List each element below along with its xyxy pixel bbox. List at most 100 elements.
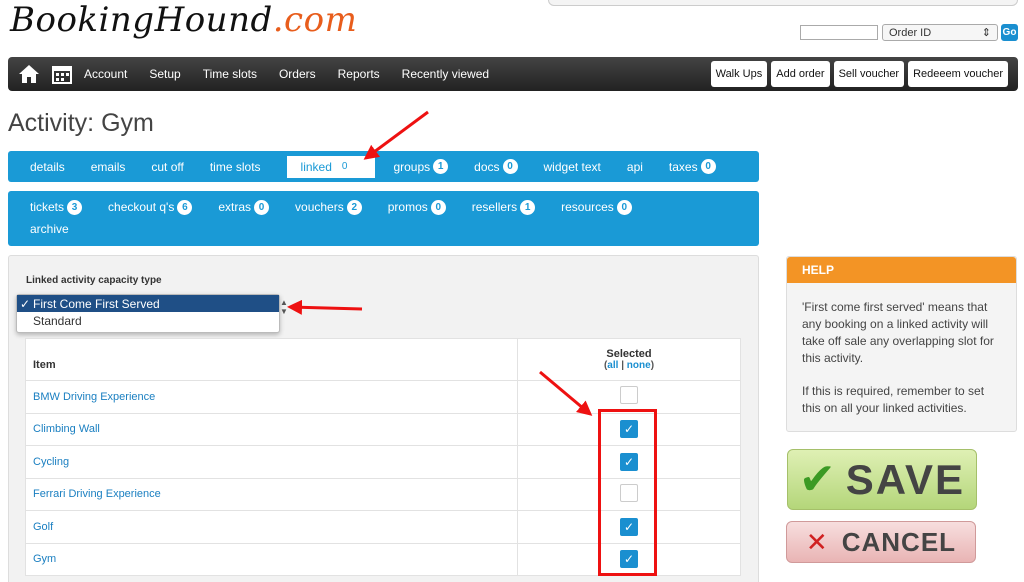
tab-label: api xyxy=(626,159,643,174)
capacity-type-label: Linked activity capacity type xyxy=(26,275,162,286)
page-title: Activity: Gym xyxy=(8,109,154,137)
cancel-button[interactable]: ✕ CANCEL xyxy=(786,521,976,563)
tab-promos[interactable]: promos 0 xyxy=(387,199,446,215)
count-badge: 0 xyxy=(254,199,270,215)
capacity-type-dropdown[interactable]: ✓ First Come First Served Standard xyxy=(16,294,280,333)
col-selected-header: Selected (all | none) xyxy=(517,338,741,381)
count-badge: 0 xyxy=(700,159,716,174)
save-label: SAVE xyxy=(845,455,966,503)
redeem-voucher-button[interactable]: Redeeem voucher xyxy=(908,61,1008,87)
nav-orders[interactable]: Orders xyxy=(279,67,316,81)
tab-bar-secondary: tickets 3 checkout q's 6 extras 0 vouchers 2… xyxy=(8,191,759,246)
option-label: Standard xyxy=(33,313,82,328)
save-button[interactable]: ✔ SAVE xyxy=(787,449,977,510)
select-all-link[interactable]: all xyxy=(607,360,618,371)
tab-label: tickets xyxy=(30,200,65,214)
tab-vouchers[interactable]: vouchers 2 xyxy=(295,199,362,215)
selected-checkbox[interactable] xyxy=(620,386,638,405)
nav-time-slots[interactable]: Time slots xyxy=(203,67,257,81)
nav-setup[interactable]: Setup xyxy=(149,67,180,81)
cancel-label: CANCEL xyxy=(841,526,957,557)
sell-voucher-button[interactable]: Sell voucher xyxy=(833,61,905,87)
item-link[interactable]: Climbing Wall xyxy=(25,412,518,446)
help-panel: HELP 'First come first served' means tha… xyxy=(786,256,1017,432)
option-first-come-first-served[interactable]: ✓ First Come First Served xyxy=(17,295,279,312)
home-icon[interactable] xyxy=(18,64,40,84)
tab-label: extras xyxy=(218,200,252,214)
tab-taxes[interactable]: taxes 0 xyxy=(669,159,716,174)
tab-cut-off[interactable]: cut off xyxy=(151,160,183,174)
tab-emails[interactable]: emails xyxy=(91,160,126,174)
main-nav: Account Setup Time slots Orders Reports … xyxy=(8,57,1018,91)
order-search-input[interactable] xyxy=(800,25,878,40)
add-order-button[interactable]: Add order xyxy=(771,61,830,87)
tab-label: vouchers xyxy=(295,200,344,214)
tab-label: widget text xyxy=(543,159,601,174)
table-header-row: Item Selected (all | none) xyxy=(25,338,741,381)
select-links: (all | none) xyxy=(603,360,655,371)
tab-label: time slots xyxy=(209,159,261,174)
count-badge: 0 xyxy=(502,159,518,174)
tab-groups[interactable]: groups 1 xyxy=(393,159,449,174)
tab-resources[interactable]: resources 0 xyxy=(561,199,632,215)
tab-bar-primary: details emails cut off time slots linked… xyxy=(8,151,759,182)
tab-label: promos xyxy=(387,200,428,214)
walk-ups-button[interactable]: Walk Ups xyxy=(710,61,768,87)
close-icon: ✕ xyxy=(805,526,828,557)
order-type-value: Order ID xyxy=(889,26,932,39)
tab-label: details xyxy=(30,159,65,174)
count-badge: 1 xyxy=(433,159,449,174)
tab-label: archive xyxy=(30,222,69,236)
tab-linked[interactable]: linked 0 xyxy=(286,155,376,178)
option-standard[interactable]: Standard xyxy=(17,312,279,329)
item-link[interactable]: Ferrari Driving Experience xyxy=(25,477,518,511)
help-text-2: If this is required, remember to set thi… xyxy=(802,384,985,415)
top-bar-strip xyxy=(548,0,1018,6)
item-link[interactable]: Golf xyxy=(25,510,518,544)
dropdown-arrow-icon: ▲ ▼ xyxy=(280,298,288,316)
option-label: First Come First Served xyxy=(33,296,160,311)
help-text-1: 'First come first served' means that any… xyxy=(802,300,994,365)
tab-label: resources xyxy=(561,200,614,214)
select-none-link[interactable]: none xyxy=(627,360,651,371)
tab-widget-text[interactable]: widget text xyxy=(544,160,601,174)
checkmark-icon: ✔ xyxy=(798,455,836,504)
site-logo[interactable]: BookingHound.com xyxy=(10,0,357,40)
tab-count: 0 xyxy=(341,161,348,172)
item-link[interactable]: Cycling xyxy=(25,445,518,479)
select-arrows-icon: ⇕ xyxy=(981,27,991,39)
tab-details[interactable]: details xyxy=(30,160,65,174)
tab-archive[interactable]: archive xyxy=(30,222,69,236)
logo-text: BookingHound xyxy=(10,0,273,40)
annotation-highlight-box xyxy=(598,409,657,576)
count-badge: 2 xyxy=(346,199,362,215)
count-badge: 1 xyxy=(520,199,536,215)
tab-extras[interactable]: extras 0 xyxy=(218,199,270,215)
tab-api[interactable]: api xyxy=(627,160,643,174)
tab-label: linked xyxy=(300,159,332,174)
tab-label: groups xyxy=(393,159,431,174)
tab-docs[interactable]: docs 0 xyxy=(474,159,518,174)
tab-label: resellers xyxy=(471,200,518,214)
nav-recently-viewed[interactable]: Recently viewed xyxy=(402,67,489,81)
tab-tickets[interactable]: tickets 3 xyxy=(30,199,83,215)
help-title: HELP xyxy=(787,257,1016,283)
tab-time-slots[interactable]: time slots xyxy=(210,160,261,174)
order-type-select[interactable]: Order ID ⇕ xyxy=(882,24,998,41)
check-icon: ✓ xyxy=(20,296,31,311)
logo-suffix: .com xyxy=(272,0,358,40)
count-badge: 6 xyxy=(177,199,193,215)
col-item-header: Item xyxy=(25,338,518,381)
count-badge: 0 xyxy=(430,199,446,215)
item-link[interactable]: Gym xyxy=(25,542,518,576)
go-button[interactable]: Go xyxy=(1001,24,1018,41)
nav-reports[interactable]: Reports xyxy=(338,67,380,81)
calendar-icon[interactable] xyxy=(52,64,72,84)
tab-resellers[interactable]: resellers 1 xyxy=(471,199,536,215)
item-link[interactable]: BMW Driving Experience xyxy=(25,380,518,414)
tab-checkout-questions[interactable]: checkout q's 6 xyxy=(108,199,193,215)
selected-heading: Selected xyxy=(606,348,652,360)
tab-label: taxes xyxy=(668,159,698,174)
count-badge: 0 xyxy=(616,199,632,215)
nav-account[interactable]: Account xyxy=(84,67,127,81)
